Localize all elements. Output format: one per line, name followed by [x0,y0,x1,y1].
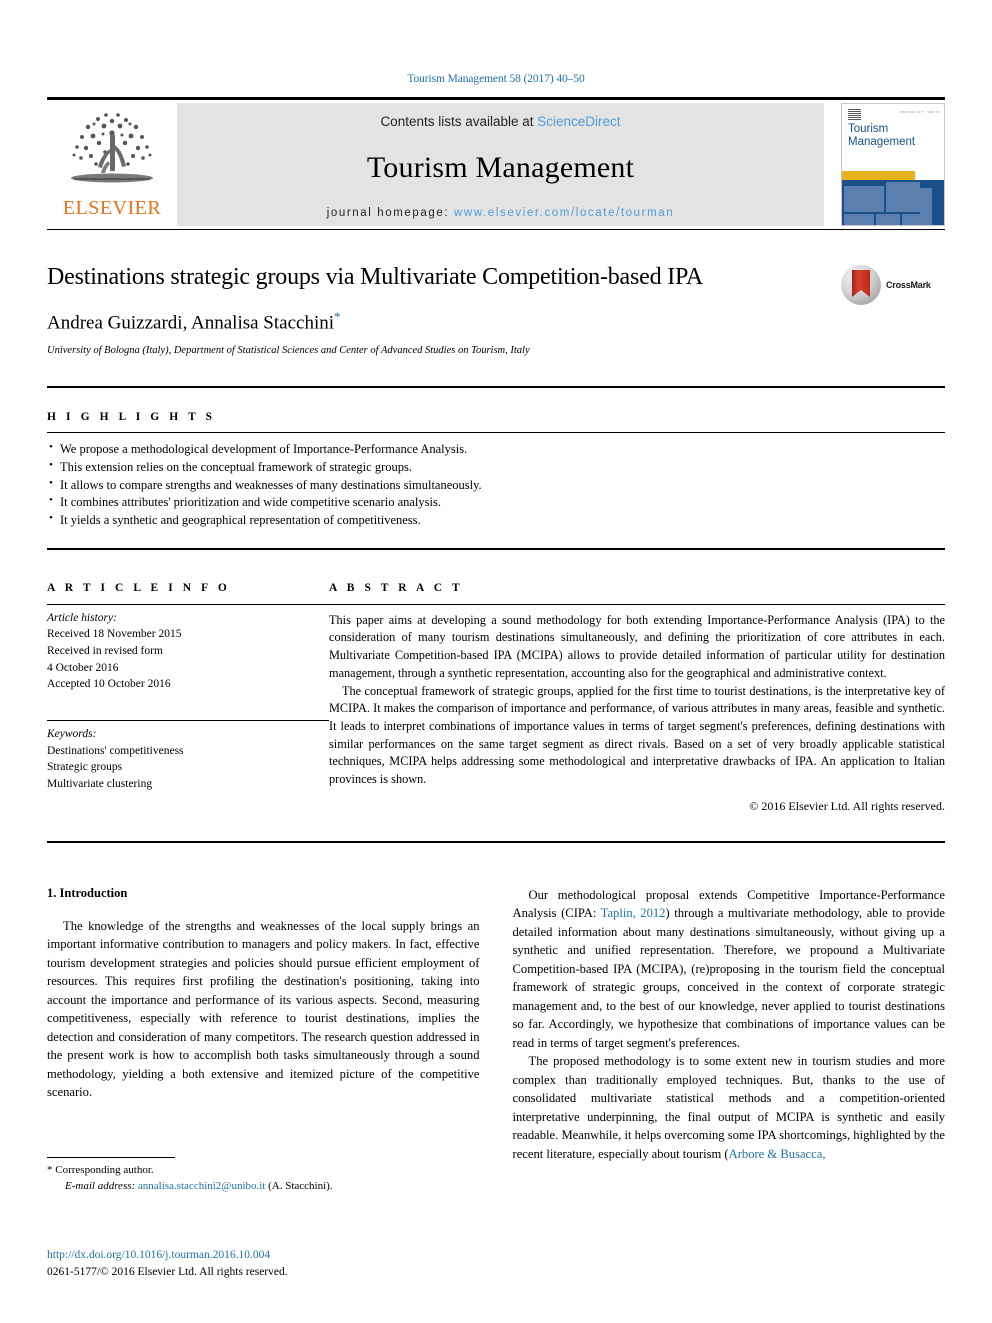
affiliation: University of Bologna (Italy), Departmen… [47,344,530,356]
keyword-item: Strategic groups [47,761,123,774]
email-link[interactable]: annalisa.stacchini2@unibo.it [138,1180,265,1192]
keywords-block: Keywords: Destinations' competitiveness … [47,721,329,793]
running-head: Tourism Management 58 (2017) 40–50 [407,73,585,85]
author-list: Andrea Guizzardi, Annalisa Stacchini* [47,309,945,334]
page-content: Tourism Management 58 (2017) 40–50 ELSEV… [47,0,945,1163]
section-heading-introduction: 1. Introduction [47,885,128,900]
keyword-item: Multivariate clustering [47,778,153,791]
list-item: This extension relies on the conceptual … [47,458,945,477]
body-columns: 1. Introduction The knowledge of the str… [47,886,945,1164]
title-block: Destinations strategic groups via Multiv… [47,264,945,368]
rule-below-highlights [47,547,945,550]
contents-available-line: Contents lists available at ScienceDirec… [380,114,620,129]
citation-link[interactable]: Taplin, 2012 [601,906,666,920]
highlights-list: We propose a methodological development … [47,433,945,530]
abstract-body: This paper aims at developing a sound me… [329,605,945,789]
list-item: It allows to compare strengths and weakn… [47,476,945,495]
cover-photo [842,179,944,225]
abstract-heading: A B S T R A C T [329,581,464,594]
keywords-label: Keywords: [47,728,97,741]
issn-copyright-line: 0261-5177/© 2016 Elsevier Ltd. All right… [47,1266,288,1279]
history-line: Received 18 November 2015 [47,628,182,641]
masthead-bottom-rule [47,229,945,230]
cover-top: ISSN 0261-5177 VOL 58 Tourism Management [842,104,944,171]
article-info-column: A R T I C L E I N F O Article history: R… [47,582,329,814]
body-paragraph: Our methodological proposal extends Comp… [513,886,946,1053]
article-info-heading: A R T I C L E I N F O [47,581,231,594]
cover-elsevier-icon [848,109,861,120]
cover-line-1: Tourism [848,123,889,135]
elsevier-logo: ELSEVIER [47,103,177,226]
history-line: 4 October 2016 [47,661,119,674]
masthead-center: Contents lists available at ScienceDirec… [177,103,824,226]
journal-homepage-line: journal homepage: www.elsevier.com/locat… [327,207,675,219]
rule-above-highlights [47,386,945,388]
crossmark-icon [841,265,881,305]
highlights-heading: H I G H L I G H T S [47,411,216,423]
body-paragraph: The proposed methodology is to some exte… [513,1052,946,1163]
cover-yellow-bar [842,170,916,180]
body-column-left: 1. Introduction The knowledge of the str… [47,886,480,1164]
contents-prefix: Contents lists available at [380,114,538,129]
copyright-line: © 2016 Elsevier Ltd. All rights reserved… [749,798,945,813]
crossmark-badge-group[interactable]: CrossMark [841,264,945,306]
corresponding-author-note: * Corresponding author. [47,1164,154,1176]
author-names: Andrea Guizzardi, Annalisa Stacchini [47,311,335,333]
email-suffix: (A. Stacchini). [265,1179,333,1192]
cover-line-2: Management [848,135,916,148]
citation-link[interactable]: Arbore & Busacca, [729,1147,826,1161]
info-abstract-section: A R T I C L E I N F O Article history: R… [47,582,945,814]
history-line: Received in revised form [47,645,163,658]
body-paragraph: The knowledge of the strengths and weakn… [47,918,480,1100]
homepage-prefix: journal homepage: [326,207,454,219]
elsevier-wordmark: ELSEVIER [62,197,162,219]
rule-below-abstract [47,840,945,843]
journal-cover-thumbnail: ISSN 0261-5177 VOL 58 Tourism Management [841,103,945,226]
list-item: It yields a synthetic and geographical r… [47,511,945,530]
body-column-right: Our methodological proposal extends Comp… [513,886,946,1164]
journal-homepage-link[interactable]: www.elsevier.com/locate/tourman [454,207,674,219]
footnote-block: * Corresponding author. E-mail address: … [47,1157,479,1194]
journal-masthead: ELSEVIER Contents lists available at Sci… [47,103,945,226]
journal-title: Tourism Management [366,151,635,184]
masthead-top-rule [47,97,945,100]
abstract-column: A B S T R A C T This paper aims at devel… [329,582,945,814]
sciencedirect-link[interactable]: ScienceDirect [537,114,620,129]
keyword-item: Destinations' competitiveness [47,744,184,757]
paragraph-text-pre: The proposed methodology is to some exte… [512,1054,946,1161]
history-line: Accepted 10 October 2016 [47,678,171,691]
cover-journal-name: Tourism Management [848,123,938,149]
email-label: E-mail address: [65,1179,136,1192]
abstract-paragraph: The conceptual framework of strategic gr… [329,683,945,787]
abstract-paragraph: This paper aims at developing a sound me… [329,612,945,680]
page-title: Destinations strategic groups via Multiv… [47,264,704,290]
elsevier-tree-icon [71,113,153,183]
list-item: It combines attributes' prioritization a… [47,493,945,512]
corresponding-author-marker: * [334,308,341,324]
doi-block: http://dx.doi.org/10.1016/j.tourman.2016… [47,1247,479,1282]
article-history-label: Article history: [47,611,117,624]
article-history-block: Article history: Received 18 November 20… [47,605,329,693]
paper-page: Tourism Management 58 (2017) 40–50 ELSEV… [0,0,992,1323]
list-item: We propose a methodological development … [47,440,945,459]
cover-issue-text: ISSN 0261-5177 VOL 58 [899,110,939,114]
highlights-section: H I G H L I G H T S We propose a methodo… [47,411,945,530]
footnote-rule [47,1157,175,1158]
crossmark-label: CrossMark [886,280,931,290]
email-note: E-mail address: annalisa.stacchini2@unib… [47,1179,479,1195]
paragraph-text-post: ) through a multivariate methodology, ab… [512,906,946,1050]
doi-link[interactable]: http://dx.doi.org/10.1016/j.tourman.2016… [47,1247,479,1264]
